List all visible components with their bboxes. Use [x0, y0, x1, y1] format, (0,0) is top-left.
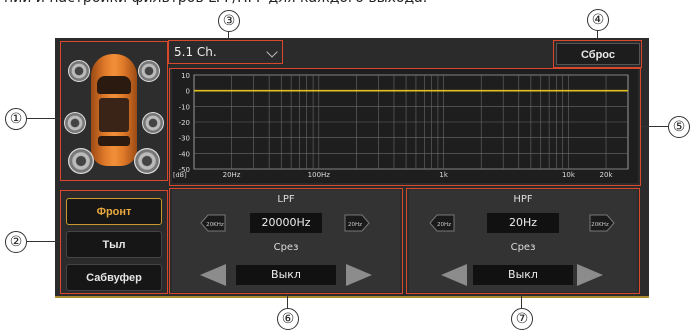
callout-3-line [228, 31, 229, 40]
callout-6-line [287, 294, 288, 308]
callout-4-line [597, 30, 598, 40]
channel-select-highlight [168, 40, 283, 64]
callout-5: ⑤ [668, 116, 690, 138]
panel-bottom-border [55, 296, 649, 298]
callout-1-line [27, 118, 60, 119]
callout-1: ① [5, 108, 27, 130]
callout-4: ④ [587, 9, 609, 31]
lpf-highlight [169, 188, 403, 294]
callout-7: ⑦ [511, 308, 533, 330]
hpf-highlight [406, 188, 640, 294]
car-area-highlight [60, 41, 168, 181]
reset-button-highlight [553, 40, 642, 68]
callout-6: ⑥ [277, 308, 299, 330]
callout-2: ② [5, 231, 27, 253]
callout-2-line [27, 241, 60, 242]
callout-5-line [641, 126, 668, 127]
callout-3: ③ [218, 10, 240, 32]
outputs-highlight [60, 190, 168, 294]
eq-chart-highlight [169, 68, 641, 186]
callout-7-line [521, 294, 522, 308]
caption: нии и настройки фильтров LPF/HPF для каж… [0, 0, 693, 10]
